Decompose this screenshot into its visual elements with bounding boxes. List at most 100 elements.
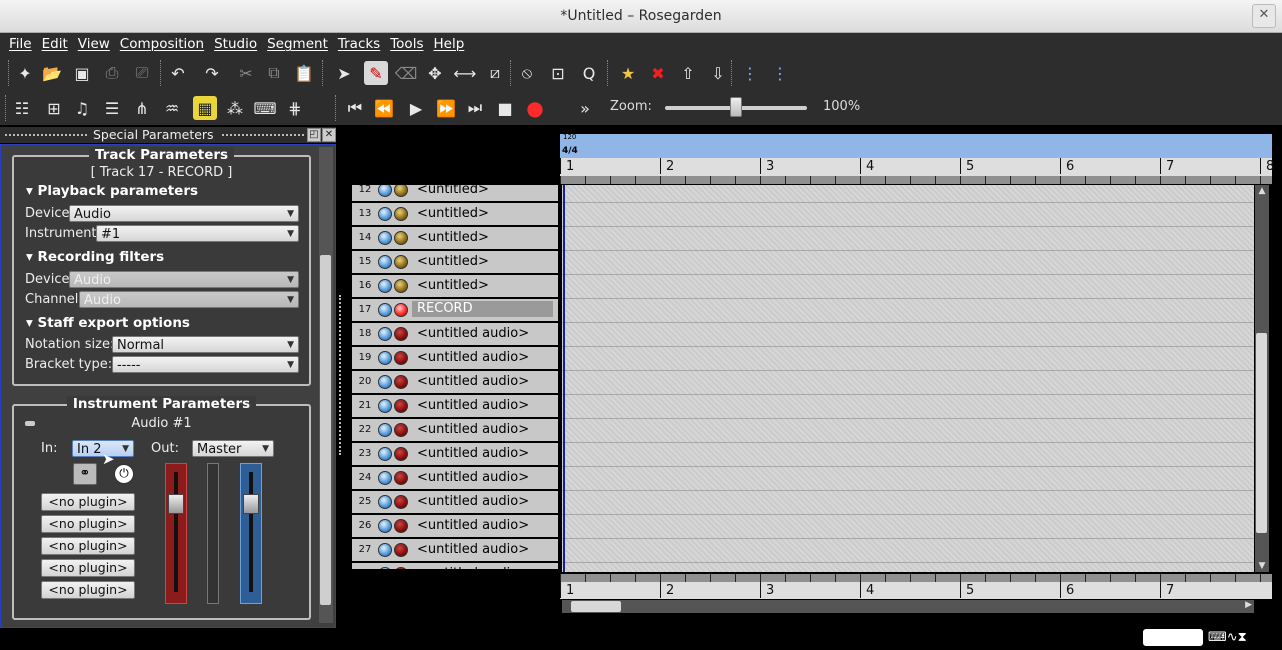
redo-icon[interactable]: ↷ (200, 61, 224, 85)
open-file-icon[interactable]: 📂 (40, 61, 64, 85)
track-name[interactable]: <untitled audio> (417, 371, 529, 393)
playback-device-select[interactable]: Audio ▼ (69, 205, 299, 222)
track-name[interactable]: <untitled> (417, 227, 489, 249)
split-tool-icon[interactable]: ⧄ (483, 61, 507, 85)
track-row[interactable]: 19 <untitled audio> (352, 347, 558, 370)
scroll-up-icon[interactable]: ▲ (1255, 185, 1269, 197)
record-arm-led-icon[interactable] (394, 255, 408, 269)
audio-output-select[interactable]: Master ▼ (192, 440, 274, 457)
record-arm-led-icon[interactable] (394, 185, 408, 197)
audio-mixer-icon[interactable]: ⋔ (130, 96, 154, 120)
canvas-horizontal-scrollbar[interactable]: ▶ (562, 600, 1254, 613)
track-lane[interactable] (562, 275, 1254, 299)
track-name[interactable]: <untitled> (417, 185, 489, 201)
plugin-slot-4-button[interactable]: <no plugin> (41, 559, 135, 577)
menu-studio[interactable]: Studio (209, 36, 262, 52)
mute-led-icon[interactable] (378, 231, 392, 245)
mute-led-icon[interactable] (378, 399, 392, 413)
mute-led-icon[interactable] (378, 519, 392, 533)
record-arm-led-icon[interactable] (394, 567, 408, 569)
menu-help[interactable]: Help (428, 36, 469, 52)
recording-channel-select[interactable]: Audio ▼ (79, 291, 299, 308)
tempo-ruler[interactable] (560, 134, 1272, 158)
track-lane[interactable] (562, 227, 1254, 251)
erase-tool-icon[interactable]: ⌫ (394, 61, 418, 85)
track-name[interactable]: <untitled> (417, 251, 489, 273)
move-tool-icon[interactable]: ✥ (423, 61, 447, 85)
menu-tracks[interactable]: Tracks (333, 36, 385, 52)
record-arm-led-icon[interactable] (394, 303, 408, 317)
play-icon[interactable]: ▶ (404, 96, 428, 120)
track-row[interactable]: 24 <untitled audio> (352, 467, 558, 490)
track-name[interactable]: <untitled audio> (417, 539, 529, 561)
save-icon[interactable]: ▣ (70, 61, 94, 85)
midi-mixer-icon[interactable]: ♒ (160, 96, 184, 120)
track-lane[interactable] (562, 563, 1254, 572)
menu-segment[interactable]: Segment (262, 36, 333, 52)
scroll-right-icon[interactable]: ▶ (1245, 600, 1252, 610)
track-row[interactable]: 14 <untitled> (352, 227, 558, 250)
fast-forward-icon[interactable]: ⏩ (434, 96, 458, 120)
record-arm-led-icon[interactable] (394, 279, 408, 293)
track-name[interactable]: <untitled audio> (417, 467, 529, 489)
track-row[interactable]: 12 <untitled> (352, 185, 558, 202)
dock-grip-right[interactable] (222, 134, 304, 139)
track-row[interactable]: 27 <untitled audio> (352, 539, 558, 562)
mute-led-icon[interactable] (378, 207, 392, 221)
audio-manager-icon[interactable]: ⋕ (283, 96, 307, 120)
rewind-to-start-icon[interactable]: ⏮ (343, 96, 367, 120)
dock-splitter[interactable] (339, 295, 343, 455)
record-icon[interactable]: ● (523, 96, 547, 120)
mute-led-icon[interactable] (378, 471, 392, 485)
menu-composition[interactable]: Composition (115, 36, 209, 52)
select-tool-icon[interactable]: ➤ (332, 61, 356, 85)
notation-size-select[interactable]: Normal ▼ (112, 336, 299, 353)
instrument-select[interactable]: #1 ▼ (96, 225, 299, 242)
track-lane[interactable] (562, 323, 1254, 347)
scroll-down-icon[interactable]: ▼ (1255, 560, 1269, 572)
dock-grip[interactable] (5, 134, 87, 139)
record-arm-led-icon[interactable] (394, 543, 408, 557)
track-row[interactable]: 23 <untitled audio> (352, 443, 558, 466)
track-row[interactable]: 26 <untitled audio> (352, 515, 558, 538)
mute-led-icon[interactable] (378, 567, 392, 569)
mute-led-icon[interactable] (378, 327, 392, 341)
menu-tools[interactable]: Tools (385, 36, 428, 52)
plugin-slot-2-button[interactable]: <no plugin> (41, 515, 135, 533)
new-file-icon[interactable]: ✦ (13, 61, 37, 85)
dock-header[interactable]: Special Parameters ◰ ✕ (0, 127, 336, 143)
track-row[interactable]: 20 <untitled audio> (352, 371, 558, 394)
track-lane[interactable] (562, 515, 1254, 539)
mute-led-icon[interactable] (378, 423, 392, 437)
bracket-type-select[interactable]: ----- ▼ (112, 356, 299, 373)
track-row[interactable]: 25 <untitled audio> (352, 491, 558, 514)
mute-led-icon[interactable] (378, 447, 392, 461)
track-lane[interactable] (562, 395, 1254, 419)
cut-icon[interactable]: ✂ (234, 61, 258, 85)
mute-led-icon[interactable] (378, 351, 392, 365)
matrix-editor-icon[interactable]: ☷ (10, 96, 34, 120)
mute-led-icon[interactable] (378, 279, 392, 293)
track-name[interactable]: <untitled audio> (417, 491, 529, 513)
record-arm-led-icon[interactable] (394, 231, 408, 245)
record-arm-led-icon[interactable] (394, 207, 408, 221)
keyboard-icon[interactable]: ⌨ (253, 96, 277, 120)
track-lane[interactable] (562, 185, 1254, 203)
rewind-icon[interactable]: ⏪ (372, 96, 396, 120)
record-arm-led-icon[interactable] (394, 375, 408, 389)
scrollbar-thumb[interactable] (1256, 333, 1267, 533)
track-name[interactable]: <untitled> (417, 203, 489, 225)
track-row[interactable]: 13 <untitled> (352, 203, 558, 226)
paste-icon[interactable]: 📋 (292, 61, 316, 85)
playback-volume-fader[interactable] (240, 463, 262, 604)
track-row[interactable]: 21 <untitled audio> (352, 395, 558, 418)
track-row[interactable]: 15 <untitled> (352, 251, 558, 274)
fader-handle[interactable] (168, 494, 184, 514)
menu-view[interactable]: View (73, 36, 115, 52)
record-arm-led-icon[interactable] (394, 423, 408, 437)
menu-edit[interactable]: Edit (37, 36, 73, 52)
move-track-up-icon[interactable]: ⇧ (676, 61, 700, 85)
event-list-icon[interactable]: ☰ (100, 96, 124, 120)
dock-close-icon[interactable]: ✕ (322, 128, 336, 142)
recording-section-header[interactable]: ▾ Recording filters (26, 249, 164, 265)
